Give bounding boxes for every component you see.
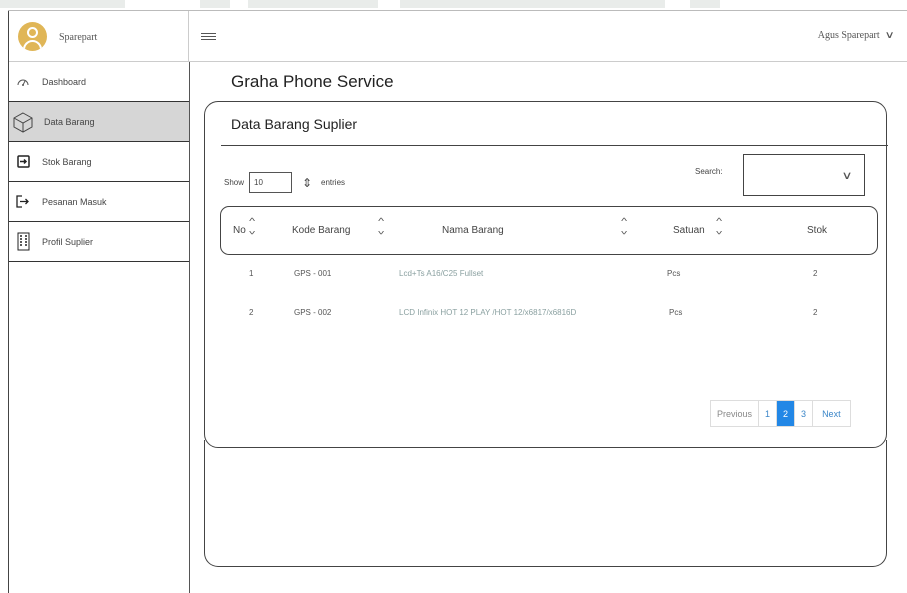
cell-no: 1 bbox=[249, 269, 254, 278]
sidebar-item-profil-suplier[interactable]: Profil Suplier bbox=[9, 222, 189, 262]
order-in-icon bbox=[16, 195, 30, 209]
column-label: No bbox=[233, 225, 246, 236]
sort-icon[interactable]: ^ ^ bbox=[378, 217, 384, 237]
page-size-value: 10 bbox=[254, 178, 263, 187]
search-label: Search: bbox=[695, 167, 723, 176]
column-label: Kode Barang bbox=[292, 225, 351, 236]
sidebar-item-stok-barang[interactable]: Stok Barang bbox=[9, 142, 189, 182]
avatar[interactable] bbox=[18, 22, 47, 51]
column-header-no[interactable]: No bbox=[233, 207, 246, 254]
box-icon bbox=[12, 111, 34, 133]
brand-name: Sparepart bbox=[59, 32, 98, 43]
page-title: Graha Phone Service bbox=[231, 72, 394, 91]
spinner-icon[interactable]: ⇕ bbox=[302, 176, 312, 190]
column-header-kode[interactable]: Kode Barang bbox=[292, 207, 350, 254]
cell-satuan: Pcs bbox=[667, 269, 681, 278]
top-bar: Sparepart Agus Sparepart ∨ bbox=[8, 10, 907, 62]
sort-icon[interactable]: ^ ^ bbox=[716, 217, 722, 237]
show-entries: Show 10 ⇕ entries bbox=[224, 172, 345, 193]
column-label: Nama Barang bbox=[442, 225, 504, 236]
sidebar-item-dashboard[interactable]: Dashboard bbox=[9, 62, 189, 102]
column-header-nama[interactable]: Nama Barang bbox=[442, 207, 504, 254]
panel-title: Data Barang Suplier bbox=[231, 116, 358, 132]
data-panel: Data Barang Suplier Show 10 ⇕ entries Se… bbox=[204, 101, 888, 448]
sidebar-item-pesanan-masuk[interactable]: Pesanan Masuk bbox=[9, 182, 189, 222]
sidebar-item-label: Dashboard bbox=[42, 76, 87, 87]
cell-satuan: Pcs bbox=[669, 308, 683, 317]
lower-panel bbox=[204, 440, 887, 567]
table-header: No ^ ^ Kode Barang ^ ^ Nama Barang ^ ^ Satu… bbox=[220, 206, 878, 255]
sidebar-item-label: Pesanan Masuk bbox=[42, 196, 107, 207]
pagination-page-2[interactable]: 2 bbox=[777, 401, 796, 426]
sidebar-item-data-barang[interactable]: Data Barang bbox=[9, 102, 189, 142]
column-label: Stok bbox=[807, 225, 828, 236]
column-label: Satuan bbox=[673, 225, 705, 236]
pagination: Previous 1 2 3 Next bbox=[710, 400, 851, 427]
column-header-satuan[interactable]: Satuan bbox=[673, 207, 705, 254]
user-menu[interactable]: Agus Sparepart ∨ bbox=[817, 30, 895, 41]
sidebar-item-label: Data Barang bbox=[44, 116, 95, 127]
pagination-page-3[interactable]: 3 bbox=[795, 401, 814, 426]
cell-no: 2 bbox=[249, 308, 254, 317]
pagination-previous[interactable]: Previous bbox=[711, 401, 760, 426]
sort-icon[interactable]: ^ ^ bbox=[249, 217, 255, 237]
page-size-select[interactable]: 10 ⇕ bbox=[249, 172, 312, 193]
stock-in-icon bbox=[16, 155, 30, 169]
user-name: Agus Sparepart bbox=[817, 30, 880, 41]
cell-kode: GPS - 001 bbox=[294, 269, 332, 278]
sort-icon[interactable]: ^ ^ bbox=[621, 217, 627, 237]
entries-label: entries bbox=[321, 178, 346, 187]
column-header-stok[interactable]: Stok bbox=[807, 207, 827, 254]
show-label: Show bbox=[224, 178, 245, 187]
cell-kode: GPS - 002 bbox=[294, 308, 332, 317]
building-icon bbox=[16, 232, 30, 252]
pagination-page-1[interactable]: 1 bbox=[759, 401, 778, 426]
search-input[interactable]: ∨ bbox=[743, 154, 865, 196]
chevron-down-icon[interactable]: ∨ bbox=[841, 169, 852, 182]
top-strip bbox=[0, 0, 907, 8]
cell-stok: 2 bbox=[813, 308, 818, 317]
hamburger-menu-icon[interactable] bbox=[201, 33, 216, 40]
brand: Sparepart bbox=[8, 11, 189, 62]
pagination-next[interactable]: Next bbox=[813, 401, 850, 426]
chevron-down-icon: ∨ bbox=[884, 30, 895, 41]
sidebar-item-label: Profil Suplier bbox=[42, 236, 94, 247]
sidebar: Dashboard Data Barang Stok Barang Pesana… bbox=[8, 62, 190, 593]
cell-nama: LCD Infinix HOT 12 PLAY /HOT 12/x6817/x6… bbox=[399, 308, 577, 317]
panel-divider bbox=[221, 145, 888, 146]
dashboard-icon bbox=[16, 75, 30, 89]
cell-stok: 2 bbox=[813, 269, 818, 278]
cell-nama: Lcd+Ts A16/C25 Fullset bbox=[399, 269, 484, 278]
sidebar-item-label: Stok Barang bbox=[42, 156, 92, 167]
